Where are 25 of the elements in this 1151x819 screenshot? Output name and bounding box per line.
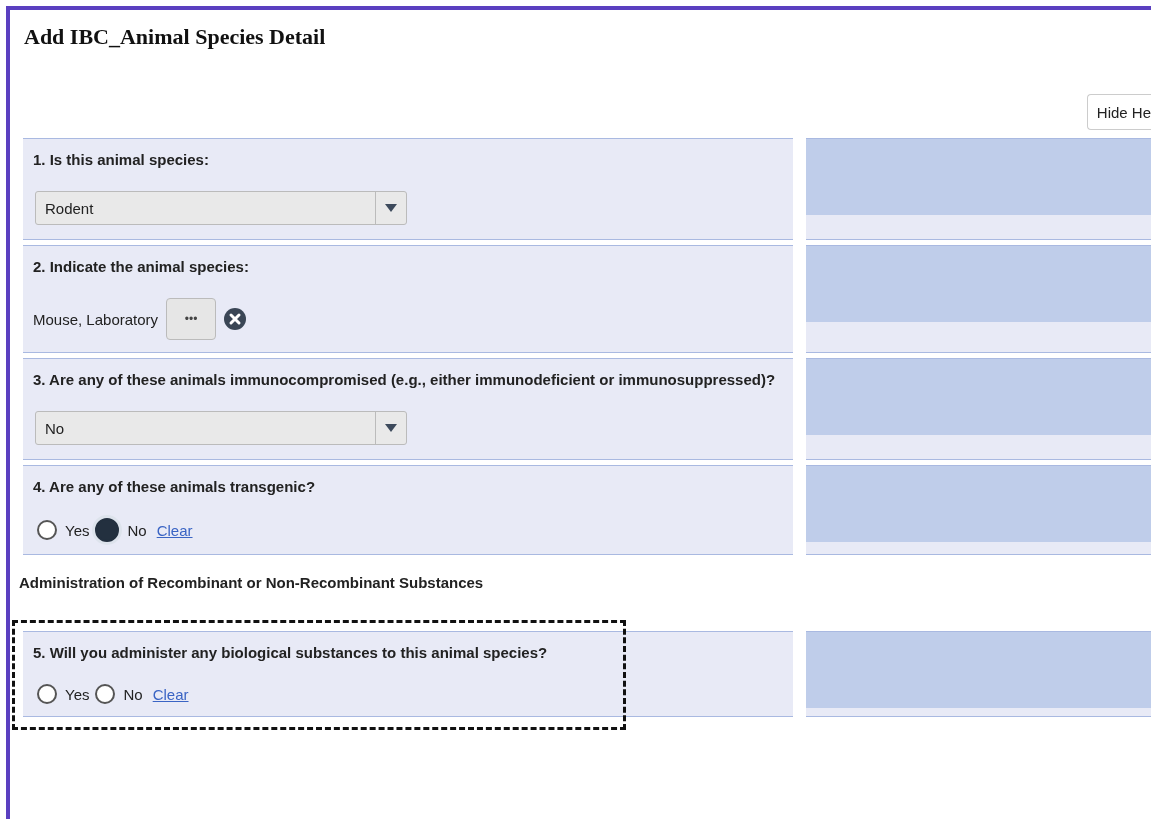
dropdown[interactable]: Rodent — [35, 191, 407, 225]
radio-label: No — [127, 521, 147, 539]
caret-icon — [385, 424, 397, 432]
selected-value: Mouse, Laboratory — [33, 310, 159, 328]
question-label: 4. Are any of these animals transgenic? — [33, 477, 317, 496]
radio-label: No — [123, 685, 143, 703]
question-label: 3. Are any of these animals immunocompromised (e.g., either immunodeficient or immunosuppressed)? — [33, 370, 777, 389]
radio-button[interactable] — [37, 684, 57, 704]
radio-button[interactable] — [95, 684, 116, 704]
section-heading: Administration of Recombinant or Non-Recombinant Substances — [19, 574, 485, 591]
question-label: 2. Indicate the animal species: — [33, 257, 250, 276]
browse-button[interactable]: ••• — [166, 298, 217, 340]
hide-button[interactable]: Hide He — [1086, 94, 1151, 130]
radio-label: Yes — [65, 521, 90, 539]
dropdown[interactable]: No — [35, 411, 407, 445]
caret-icon — [385, 204, 397, 212]
question-label: 1. Is this animal species: — [33, 150, 210, 169]
question-label: 5. Will you administer any biological substances to this animal species? — [33, 643, 549, 662]
clear-link[interactable]: Clear — [152, 685, 189, 703]
clear-icon[interactable] — [224, 308, 247, 330]
radio-button[interactable] — [95, 518, 120, 542]
clear-link[interactable]: Clear — [156, 521, 193, 539]
radio-label: Yes — [65, 685, 90, 703]
radio-button[interactable] — [37, 520, 57, 540]
page-title: Add IBC_Animal Species Detail — [24, 24, 327, 50]
